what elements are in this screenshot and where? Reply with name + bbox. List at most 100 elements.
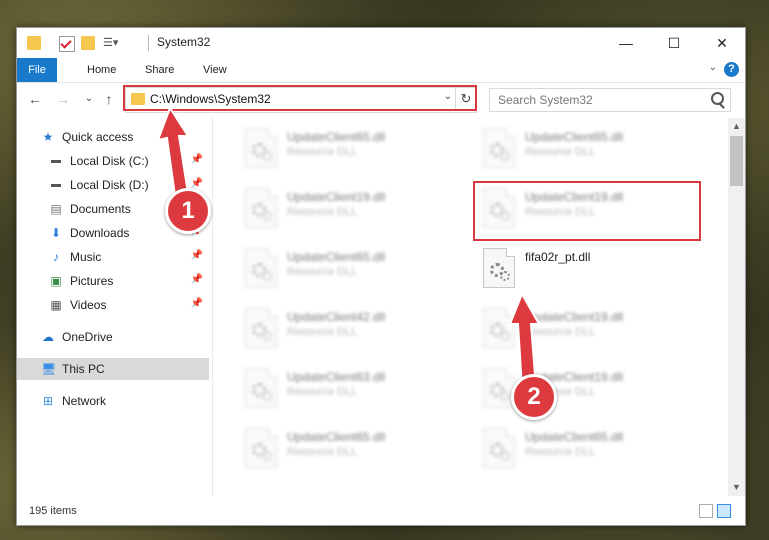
dll-file-icon	[245, 308, 277, 348]
sidebar-item-label: OneDrive	[62, 330, 113, 344]
file-item[interactable]: UpdateClient65.dll Resource DLL	[475, 124, 705, 174]
documents-icon: ▤	[50, 202, 62, 216]
title-separator	[148, 35, 149, 51]
file-item[interactable]: UpdateClient42.dll Resource DLL	[237, 304, 467, 354]
dll-file-icon	[245, 128, 277, 168]
file-name: UpdateClient65.dll	[287, 130, 386, 144]
sidebar-item-network[interactable]: ⊞ Network	[17, 390, 209, 412]
dll-file-icon	[245, 248, 277, 288]
sidebar-item-label: Pictures	[70, 274, 114, 288]
sidebar-item-label: Music	[70, 250, 102, 264]
file-name: fifa02r_pt.dll	[525, 250, 591, 264]
sidebar-item-label: Downloads	[70, 226, 130, 240]
pin-icon[interactable]: 📌	[191, 274, 203, 285]
sidebar-item-label: Quick access	[62, 130, 134, 144]
network-icon: ⊞	[42, 394, 54, 408]
drive-icon: ▬	[51, 155, 61, 166]
file-type: Resource DLL	[287, 266, 358, 278]
dll-file-icon	[483, 428, 515, 468]
minimize-button[interactable]: —	[603, 28, 649, 58]
videos-icon: ▦	[50, 298, 62, 312]
sidebar-item-label: Local Disk (D:)	[70, 178, 149, 192]
expand-ribbon-icon[interactable]: ⌄	[709, 62, 717, 73]
scroll-thumb[interactable]	[730, 136, 743, 186]
pin-icon[interactable]: 📌	[191, 298, 203, 309]
forward-button[interactable]: →	[53, 89, 73, 109]
tab-file[interactable]: File	[17, 58, 57, 82]
search-box[interactable]: Search System32	[489, 88, 731, 112]
ribbon: File Home Share View ⌄ ?	[17, 58, 745, 83]
file-item[interactable]: UpdateClient63.dll Resource DLL	[237, 364, 467, 414]
dll-file-icon	[245, 428, 277, 468]
tab-view[interactable]: View	[195, 58, 235, 82]
search-icon	[711, 92, 724, 105]
scroll-down-icon[interactable]: ▼	[728, 479, 745, 496]
sidebar-item-label: This PC	[62, 362, 105, 376]
sidebar-item-this-pc[interactable]: 🖥 This PC	[17, 358, 209, 380]
file-item[interactable]: UpdateClient65.dll Resource DLL	[475, 424, 705, 474]
file-highlight-box	[473, 181, 701, 241]
sidebar-item-label: Documents	[70, 202, 131, 216]
file-name: UpdateClient65.dll	[287, 430, 386, 444]
music-icon: ♪	[53, 250, 59, 264]
title-bar: ☰▾ System32 — ☐ ✕	[17, 28, 745, 58]
callout-badge-1: 1	[165, 188, 211, 234]
file-item-target-dll[interactable]: fifa02r_pt.dll	[475, 244, 705, 294]
navigation-bar: ← → ⌄ ↑ C:\Windows\System32 ⌄ ↻ Search S…	[17, 83, 745, 117]
status-bar: 195 items	[17, 498, 745, 525]
sidebar-item-music[interactable]: ♪ Music 📌	[17, 246, 209, 268]
help-icon[interactable]: ?	[724, 62, 739, 77]
file-type: Resource DLL	[525, 446, 596, 458]
close-button[interactable]: ✕	[699, 28, 745, 58]
sidebar-item-label: Local Disk (C:)	[70, 154, 149, 168]
drive-icon: ▬	[51, 179, 61, 190]
file-item[interactable]: UpdateClient65.dll Resource DLL	[237, 244, 467, 294]
sidebar-item-pictures[interactable]: ▣ Pictures 📌	[17, 270, 209, 292]
download-icon: ⬇	[50, 226, 62, 240]
dll-file-icon	[245, 368, 277, 408]
scroll-up-icon[interactable]: ▲	[728, 118, 745, 135]
window-title: System32	[157, 35, 211, 49]
explorer-window: ☰▾ System32 — ☐ ✕ File Home Share View ⌄…	[16, 27, 746, 526]
pictures-icon: ▣	[50, 274, 62, 288]
file-item[interactable]: UpdateClient65.dll Resource DLL	[237, 124, 467, 174]
file-name: UpdateClient65.dll	[525, 430, 624, 444]
dll-file-icon	[483, 248, 515, 288]
up-button[interactable]: ↑	[99, 89, 119, 109]
file-item[interactable]: UpdateClient65.dll Resource DLL	[237, 424, 467, 474]
file-list: UpdateClient65.dll Resource DLL UpdateCl…	[213, 118, 727, 496]
sidebar-item-label: Network	[62, 394, 107, 408]
file-name: UpdateClient19.dll	[287, 190, 386, 204]
tab-home[interactable]: Home	[79, 58, 124, 82]
file-type: Resource DLL	[287, 206, 358, 218]
file-type: Resource DLL	[287, 446, 358, 458]
file-name: UpdateClient42.dll	[287, 310, 386, 324]
file-name: UpdateClient63.dll	[287, 370, 386, 384]
tab-share[interactable]: Share	[137, 58, 182, 82]
new-folder-icon[interactable]	[81, 36, 95, 50]
sidebar-item-onedrive[interactable]: ☁ OneDrive	[17, 326, 209, 348]
vertical-scrollbar[interactable]: ▲ ▼	[728, 118, 745, 496]
large-icons-view-icon[interactable]	[717, 504, 731, 518]
file-item[interactable]: UpdateClient19.dll Resource DLL	[237, 184, 467, 234]
back-button[interactable]: ←	[25, 89, 45, 109]
file-type: Resource DLL	[287, 146, 358, 158]
file-name: UpdateClient65.dll	[525, 130, 624, 144]
file-type: Resource DLL	[287, 326, 358, 338]
callout-badge-2: 2	[511, 374, 557, 420]
details-view-icon[interactable]	[699, 504, 713, 518]
properties-icon[interactable]	[59, 36, 75, 52]
pin-icon[interactable]: 📌	[191, 250, 203, 261]
star-icon: ★	[42, 130, 54, 144]
sidebar-item-label: Videos	[70, 298, 107, 312]
search-placeholder: Search System32	[498, 93, 593, 107]
cloud-icon: ☁	[42, 330, 54, 344]
maximize-button[interactable]: ☐	[651, 28, 697, 58]
folder-icon	[27, 36, 41, 50]
file-type: Resource DLL	[287, 386, 358, 398]
dll-file-icon	[483, 128, 515, 168]
sidebar-item-videos[interactable]: ▦ Videos 📌	[17, 294, 209, 316]
customize-toolbar-icon[interactable]: ☰▾	[103, 36, 118, 50]
recent-locations-button[interactable]: ⌄	[79, 89, 99, 109]
file-name: UpdateClient65.dll	[287, 250, 386, 264]
